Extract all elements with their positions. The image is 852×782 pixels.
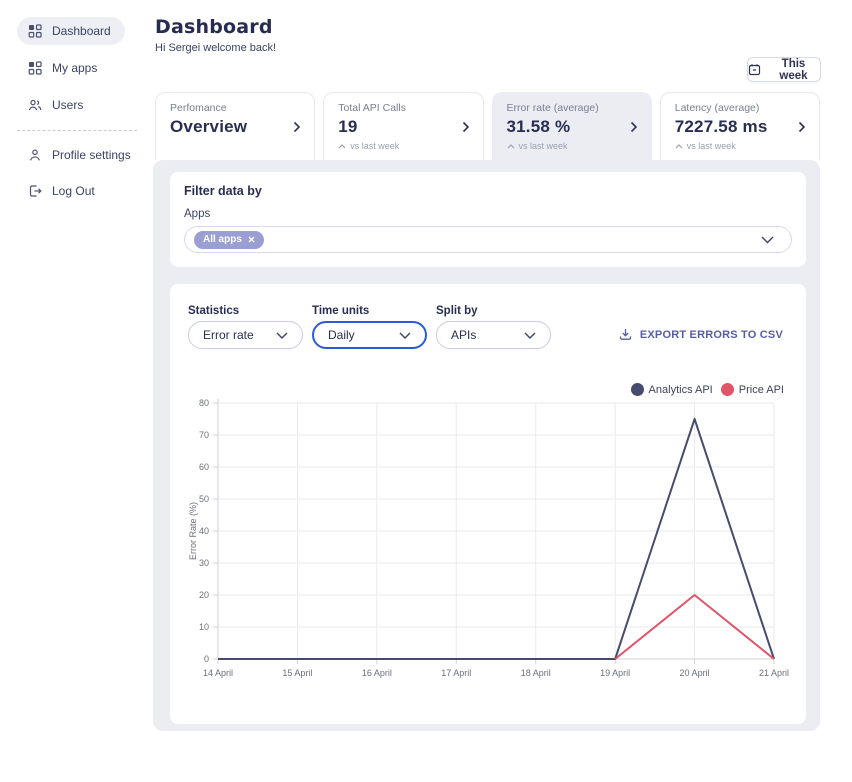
- caret-up-icon: [675, 144, 683, 149]
- split-by-select[interactable]: APIs: [436, 321, 551, 349]
- export-errors-to-csv-button[interactable]: EXPORT ERRORS TO CSV: [619, 328, 783, 341]
- stat-card-label: Error rate (average): [507, 102, 639, 114]
- sidebar-item-label: Profile settings: [52, 148, 131, 162]
- greeting-text: Hi Sergei welcome back!: [155, 42, 276, 54]
- chevron-down-icon: [524, 332, 536, 339]
- apps-filter-label: Apps: [184, 208, 792, 220]
- svg-text:20 April: 20 April: [680, 668, 710, 678]
- chevron-right-icon: [462, 121, 470, 133]
- filter-panel: Filter data by Apps All apps: [170, 172, 806, 267]
- legend-label: Price API: [739, 384, 784, 396]
- calendar-icon: [748, 63, 761, 76]
- statistics-panel: Statistics Error rate Time units Daily S…: [170, 284, 806, 724]
- sidebar-item-label: Users: [52, 98, 83, 112]
- sidebar-item-profile-settings[interactable]: Profile settings: [17, 141, 145, 169]
- stat-card-value: 31.58 %: [507, 117, 639, 137]
- svg-text:18 April: 18 April: [521, 668, 551, 678]
- chart-legend: Analytics API Price API: [631, 383, 784, 396]
- svg-text:40: 40: [199, 526, 209, 536]
- stat-card-error-rate[interactable]: Error rate (average) 31.58 % vs last wee…: [492, 92, 652, 160]
- caret-up-icon: [507, 144, 515, 149]
- chevron-down-icon: [761, 236, 774, 244]
- stat-card-delta: vs last week: [507, 141, 639, 151]
- apps-filter-chip[interactable]: All apps: [194, 231, 264, 249]
- svg-text:80: 80: [199, 398, 209, 408]
- app-window: Dashboard My apps Users Profile settings: [0, 0, 852, 782]
- stat-card-label: Latency (average): [675, 102, 807, 114]
- legend-item[interactable]: Analytics API: [631, 383, 713, 396]
- svg-text:19 April: 19 April: [600, 668, 630, 678]
- stat-card-performance[interactable]: Perfomance Overview: [155, 92, 315, 160]
- svg-text:21 April: 21 April: [759, 668, 789, 678]
- svg-text:50: 50: [199, 494, 209, 504]
- legend-dot: [631, 383, 644, 396]
- chevron-down-icon: [399, 332, 411, 339]
- svg-text:70: 70: [199, 430, 209, 440]
- time-units-label: Time units: [312, 305, 369, 317]
- chevron-right-icon: [630, 121, 638, 133]
- stat-card-latency[interactable]: Latency (average) 7227.58 ms vs last wee…: [660, 92, 820, 160]
- statistics-label: Statistics: [188, 305, 239, 317]
- stat-card-value: 7227.58 ms: [675, 117, 807, 137]
- svg-text:17 April: 17 April: [441, 668, 471, 678]
- stat-card-label: Total API Calls: [338, 102, 470, 114]
- remove-chip-icon[interactable]: [248, 236, 255, 243]
- legend-dot: [721, 383, 734, 396]
- period-selector-button[interactable]: This week: [747, 57, 821, 82]
- chevron-down-icon: [276, 332, 288, 339]
- sidebar-divider: [17, 130, 137, 131]
- svg-text:14 April: 14 April: [203, 668, 233, 678]
- stat-card-total-api-calls[interactable]: Total API Calls 19 vs last week: [323, 92, 483, 160]
- sidebar-item-label: Log Out: [52, 184, 95, 198]
- sidebar: Dashboard My apps Users Profile settings: [0, 0, 150, 782]
- content-region: Filter data by Apps All apps Statistics …: [153, 160, 820, 731]
- logout-icon: [28, 184, 42, 198]
- svg-text:60: 60: [199, 462, 209, 472]
- chevron-right-icon: [798, 121, 806, 133]
- sidebar-item-my-apps[interactable]: My apps: [17, 54, 111, 82]
- svg-text:30: 30: [199, 558, 209, 568]
- svg-text:16 April: 16 April: [362, 668, 392, 678]
- stat-cards-row: Perfomance Overview Total API Calls 19 v…: [155, 92, 820, 160]
- svg-text:15 April: 15 April: [282, 668, 312, 678]
- caret-up-icon: [338, 144, 346, 149]
- sidebar-item-users[interactable]: Users: [17, 91, 97, 119]
- sidebar-item-dashboard[interactable]: Dashboard: [17, 17, 125, 45]
- chevron-right-icon: [293, 121, 301, 133]
- sidebar-item-label: My apps: [52, 61, 97, 75]
- legend-label: Analytics API: [649, 384, 713, 396]
- svg-text:10: 10: [199, 622, 209, 632]
- split-by-label: Split by: [436, 305, 478, 317]
- sidebar-item-label: Dashboard: [52, 24, 111, 38]
- apps-multiselect[interactable]: All apps: [184, 226, 792, 253]
- download-icon: [619, 328, 632, 341]
- stat-card-delta: vs last week: [338, 141, 470, 151]
- legend-item[interactable]: Price API: [721, 383, 784, 396]
- time-units-select[interactable]: Daily: [312, 321, 427, 349]
- svg-text:0: 0: [204, 654, 209, 664]
- error-rate-chart: 0 10 20 30 40 50 60 70 80 14 April 15 April 16 Apri…: [170, 398, 806, 694]
- svg-text:Error Rate (%): Error Rate (%): [188, 502, 198, 560]
- statistics-select[interactable]: Error rate: [188, 321, 303, 349]
- sidebar-item-log-out[interactable]: Log Out: [17, 177, 109, 205]
- grid-icon: [28, 61, 42, 75]
- svg-text:20: 20: [199, 590, 209, 600]
- person-icon: [28, 148, 42, 162]
- filter-panel-title: Filter data by: [184, 184, 792, 198]
- stat-card-value: 19: [338, 117, 470, 137]
- stat-card-delta: vs last week: [675, 141, 807, 151]
- stat-card-label: Perfomance: [170, 102, 302, 114]
- users-icon: [28, 98, 42, 112]
- stat-card-value: Overview: [170, 117, 302, 137]
- page-title: Dashboard: [155, 16, 273, 38]
- grid-icon: [28, 24, 42, 38]
